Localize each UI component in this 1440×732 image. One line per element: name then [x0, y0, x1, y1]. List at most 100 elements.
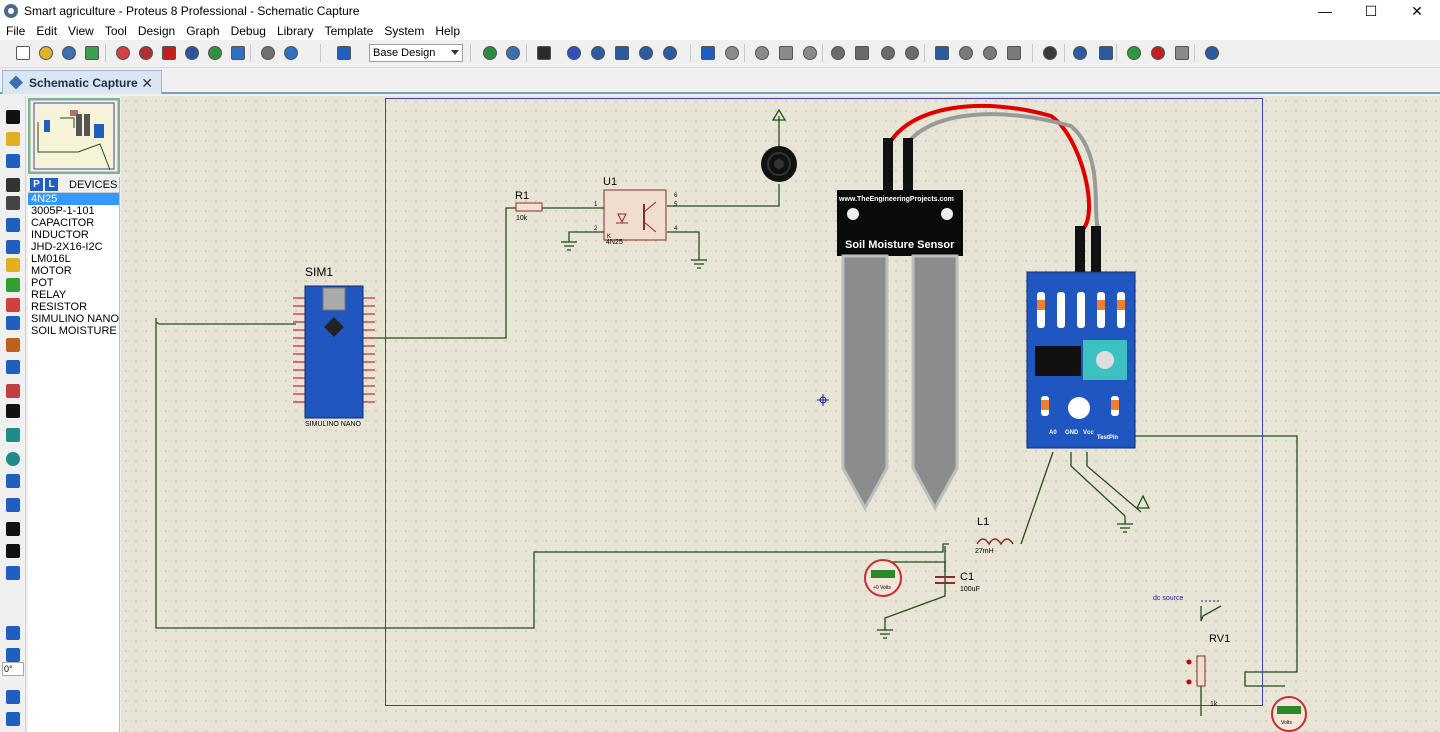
component-mode-icon[interactable] [4, 130, 22, 148]
path-icon[interactable] [4, 496, 22, 514]
3d-icon[interactable] [182, 43, 202, 63]
device-item-4n25[interactable]: 4N25 [28, 193, 119, 205]
grid-icon[interactable] [503, 43, 523, 63]
property-assign-icon[interactable] [1096, 43, 1116, 63]
menu-help[interactable]: Help [429, 22, 465, 40]
goto-sheet-icon[interactable] [1172, 43, 1192, 63]
zoom-area-icon[interactable] [660, 43, 680, 63]
generator-icon[interactable] [4, 336, 22, 354]
refresh-icon[interactable] [480, 43, 500, 63]
device-pins-icon[interactable] [4, 276, 22, 294]
soil-moisture-module[interactable] [1026, 226, 1136, 449]
help-icon[interactable] [334, 43, 354, 63]
junction-icon[interactable] [4, 152, 22, 170]
import-icon[interactable] [82, 43, 102, 63]
symbol-icon[interactable] [4, 542, 22, 560]
design-variant-select[interactable]: Base Design [369, 44, 463, 62]
vsm-icon[interactable] [281, 43, 301, 63]
menu-view[interactable]: View [62, 22, 99, 40]
origin-icon[interactable] [534, 43, 554, 63]
rotate-cw-icon[interactable] [4, 624, 22, 642]
new-sheet-icon[interactable] [1124, 43, 1144, 63]
soil-moisture-probe[interactable] [837, 138, 963, 512]
zoom-all-icon[interactable] [636, 43, 656, 63]
component-icon[interactable] [136, 43, 156, 63]
design-explorer-icon[interactable] [258, 43, 278, 63]
device-item-inductor[interactable]: INDUCTOR [28, 229, 119, 241]
block-delete-icon[interactable] [902, 43, 922, 63]
maximize-button[interactable]: ☐ [1348, 0, 1394, 22]
zoom-out-icon[interactable] [612, 43, 632, 63]
netlist-icon[interactable] [1202, 43, 1222, 63]
remove-sheet-icon[interactable] [1148, 43, 1168, 63]
pick-icon[interactable] [932, 43, 952, 63]
device-item-capacitor[interactable]: CAPACITOR [28, 217, 119, 229]
library-manager-button[interactable]: L [45, 178, 58, 191]
device-item-relay[interactable]: RELAY [28, 289, 119, 301]
zoom-in-icon[interactable] [588, 43, 608, 63]
mirror-x-icon[interactable] [4, 688, 22, 706]
schematic-canvas[interactable]: R1 10k U1 4N25 1 2 K 4 5 6 SIM1 SIMULINO… [121, 96, 1440, 732]
potentiometer-rv1[interactable] [1196, 655, 1206, 687]
box-icon[interactable] [4, 426, 22, 444]
menu-template[interactable]: Template [319, 22, 379, 40]
pcb-icon[interactable] [159, 43, 179, 63]
menu-design[interactable]: Design [132, 22, 180, 40]
line-icon[interactable] [4, 402, 22, 420]
block-rotate-icon[interactable] [878, 43, 898, 63]
redo-icon[interactable] [722, 43, 742, 63]
pick-devices-button[interactable]: P [30, 178, 43, 191]
resistor-r1[interactable] [515, 202, 543, 212]
undo-icon[interactable] [698, 43, 718, 63]
close-button[interactable]: ✕ [1394, 0, 1440, 22]
make-device-icon[interactable] [956, 43, 976, 63]
tab-close-icon[interactable]: ✕ [141, 75, 153, 92]
search-icon[interactable] [1070, 43, 1090, 63]
wire-label-icon[interactable] [4, 176, 22, 194]
circle-icon[interactable] [4, 450, 22, 468]
save-icon[interactable] [59, 43, 79, 63]
minimize-button[interactable]: — [1302, 0, 1348, 22]
new-icon[interactable] [13, 43, 33, 63]
rotate-ccw-icon[interactable] [4, 646, 22, 664]
device-item-soil-moisture[interactable]: SOIL MOISTURE [28, 325, 119, 337]
menu-library[interactable]: Library [271, 22, 319, 40]
menu-debug[interactable]: Debug [225, 22, 271, 40]
tab-schematic-capture[interactable]: Schematic Capture ✕ [2, 70, 162, 94]
packaging-icon[interactable] [980, 43, 1000, 63]
device-item-pot[interactable]: POT [28, 277, 119, 289]
menu-file[interactable]: File [0, 22, 30, 40]
decompose-icon[interactable] [1004, 43, 1024, 63]
simulino-nano-board[interactable] [293, 285, 375, 419]
marker-icon[interactable] [4, 564, 22, 582]
wire-autorouter-icon[interactable] [1040, 43, 1060, 63]
block-copy-icon[interactable] [828, 43, 848, 63]
voltage-probe-icon[interactable] [4, 358, 22, 376]
menu-system[interactable]: System [378, 22, 429, 40]
rotation-field[interactable]: 0° [2, 662, 24, 676]
text-icon[interactable] [4, 520, 22, 538]
tape-recorder-icon[interactable] [4, 314, 22, 332]
pan-icon[interactable] [564, 43, 584, 63]
graph-icon[interactable] [4, 296, 22, 314]
device-item-motor[interactable]: MOTOR [28, 265, 119, 277]
text-script-icon[interactable] [4, 194, 22, 212]
bom-icon[interactable] [228, 43, 248, 63]
menu-graph[interactable]: Graph [180, 22, 224, 40]
terminals-icon[interactable] [4, 256, 22, 274]
open-icon[interactable] [36, 43, 56, 63]
device-item-jhd[interactable]: JHD-2X16-I2C [28, 241, 119, 253]
device-item-lm016l[interactable]: LM016L [28, 253, 119, 265]
overview-window[interactable] [28, 98, 120, 174]
gerber-icon[interactable] [205, 43, 225, 63]
virtual-instruments-icon[interactable] [4, 382, 22, 400]
device-item-resistor[interactable]: RESISTOR [28, 301, 119, 313]
optocoupler-u1[interactable] [603, 189, 667, 241]
block-move-icon[interactable] [852, 43, 872, 63]
device-item-3005p[interactable]: 3005P-1-101 [28, 205, 119, 217]
subcircuit-icon[interactable] [4, 238, 22, 256]
home-icon[interactable] [113, 43, 133, 63]
arc-icon[interactable] [4, 472, 22, 490]
menu-tool[interactable]: Tool [99, 22, 132, 40]
paste-icon[interactable] [800, 43, 820, 63]
